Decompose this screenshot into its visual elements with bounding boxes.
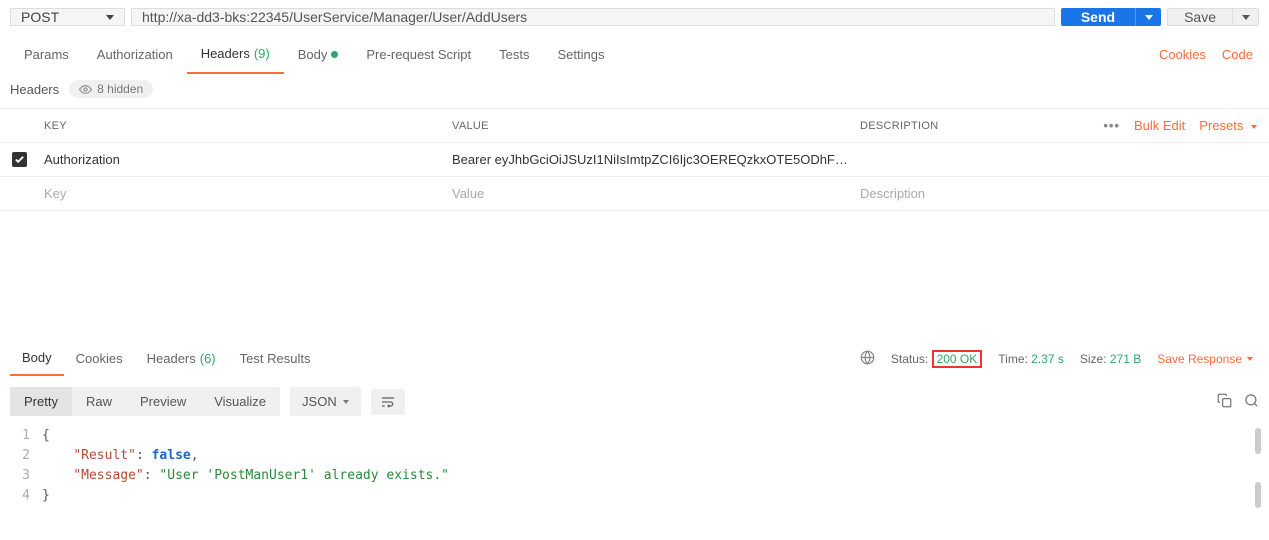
request-url-value: http://xa-dd3-bks:22345/UserService/Mana… bbox=[142, 9, 527, 25]
tab-pre-request-script[interactable]: Pre-request Script bbox=[352, 34, 485, 74]
time-label: Time: bbox=[998, 352, 1028, 366]
line-number: 1 bbox=[10, 426, 42, 446]
line-content: { bbox=[42, 426, 50, 446]
table-row[interactable]: Authorization Bearer eyJhbGciOiJSUzI1NiI… bbox=[0, 143, 1269, 177]
tab-headers-label: Headers bbox=[201, 46, 250, 61]
tab-params[interactable]: Params bbox=[10, 34, 83, 74]
globe-icon[interactable] bbox=[860, 350, 875, 368]
request-url-input[interactable]: http://xa-dd3-bks:22345/UserService/Mana… bbox=[131, 8, 1055, 26]
send-button[interactable]: Send bbox=[1061, 8, 1135, 26]
tab-tests[interactable]: Tests bbox=[485, 34, 543, 74]
presets-label: Presets bbox=[1199, 118, 1243, 133]
search-icon[interactable] bbox=[1244, 393, 1259, 411]
header-value-input[interactable]: Value bbox=[446, 186, 854, 201]
presets-dropdown[interactable]: Presets bbox=[1199, 118, 1257, 133]
headers-table-head: KEY VALUE DESCRIPTION ••• Bulk Edit Pres… bbox=[0, 109, 1269, 143]
header-value-input[interactable]: Bearer eyJhbGciOiJSUzI1NiIsImtpZCI6Ijc3O… bbox=[446, 152, 854, 167]
chevron-down-icon bbox=[343, 400, 349, 404]
row-checkbox[interactable] bbox=[12, 152, 27, 167]
more-options-icon[interactable]: ••• bbox=[1103, 118, 1120, 133]
save-button-group: Save bbox=[1167, 8, 1259, 26]
view-pretty[interactable]: Pretty bbox=[10, 387, 72, 416]
status-field: Status: 200 OK bbox=[891, 352, 982, 366]
resp-tab-test-results[interactable]: Test Results bbox=[228, 341, 323, 376]
code-line: 3 "Message": "User 'PostManUser1' alread… bbox=[10, 466, 1259, 486]
send-dropdown[interactable] bbox=[1135, 8, 1161, 26]
status-value: 200 OK bbox=[932, 350, 983, 368]
bulk-edit-link[interactable]: Bulk Edit bbox=[1134, 118, 1185, 133]
chevron-down-icon bbox=[1242, 15, 1250, 20]
time-field: Time: 2.37 s bbox=[998, 352, 1064, 366]
table-row-new[interactable]: Key Value Description bbox=[0, 177, 1269, 211]
tab-settings[interactable]: Settings bbox=[543, 34, 618, 74]
line-content: } bbox=[42, 486, 50, 506]
save-dropdown[interactable] bbox=[1232, 9, 1258, 25]
line-content: "Result": false, bbox=[42, 446, 199, 466]
code-line: 2 "Result": false, bbox=[10, 446, 1259, 466]
resp-tab-cookies[interactable]: Cookies bbox=[64, 341, 135, 376]
eye-icon bbox=[79, 83, 92, 96]
chevron-down-icon bbox=[1247, 357, 1253, 361]
format-json-label: JSON bbox=[302, 394, 337, 409]
headers-table: KEY VALUE DESCRIPTION ••• Bulk Edit Pres… bbox=[0, 108, 1269, 211]
header-key-input[interactable]: Key bbox=[38, 186, 446, 201]
code-line: 4} bbox=[10, 486, 1259, 506]
col-key: KEY bbox=[38, 120, 446, 132]
line-number: 2 bbox=[10, 446, 42, 466]
view-raw[interactable]: Raw bbox=[72, 387, 126, 416]
save-response-label: Save Response bbox=[1157, 352, 1242, 366]
header-key-input[interactable]: Authorization bbox=[38, 152, 446, 167]
view-mode-group: Pretty Raw Preview Visualize bbox=[10, 387, 280, 416]
http-method-select[interactable]: POST bbox=[10, 8, 125, 26]
status-label: Status: bbox=[891, 352, 928, 366]
tab-body-label: Body bbox=[298, 47, 328, 62]
tab-headers[interactable]: Headers (9) bbox=[187, 34, 284, 74]
wrap-lines-button[interactable] bbox=[371, 389, 405, 415]
headers-title: Headers bbox=[10, 82, 59, 97]
resp-tab-headers-label: Headers bbox=[147, 351, 196, 366]
view-preview[interactable]: Preview bbox=[126, 387, 200, 416]
size-label: Size: bbox=[1080, 352, 1107, 366]
view-visualize[interactable]: Visualize bbox=[200, 387, 280, 416]
chevron-down-icon bbox=[106, 15, 114, 20]
format-select[interactable]: JSON bbox=[290, 387, 361, 416]
line-number: 4 bbox=[10, 486, 42, 506]
resp-tab-headers-count: (6) bbox=[200, 351, 216, 366]
code-line: 1{ bbox=[10, 426, 1259, 446]
response-body-viewer[interactable]: 1{2 "Result": false,3 "Message": "User '… bbox=[0, 426, 1269, 516]
response-tabs: Body Cookies Headers (6) Test Results St… bbox=[0, 341, 1269, 377]
hidden-headers-label: 8 hidden bbox=[97, 82, 143, 96]
resp-tab-headers[interactable]: Headers (6) bbox=[135, 341, 228, 376]
hidden-headers-chip[interactable]: 8 hidden bbox=[69, 80, 153, 98]
tab-authorization[interactable]: Authorization bbox=[83, 34, 187, 74]
chevron-down-icon bbox=[1145, 15, 1153, 20]
size-value: 271 B bbox=[1110, 352, 1141, 366]
size-field: Size: 271 B bbox=[1080, 352, 1141, 366]
request-right-links: Cookies Code bbox=[1159, 47, 1259, 62]
line-content: "Message": "User 'PostManUser1' already … bbox=[42, 466, 449, 486]
time-value: 2.37 s bbox=[1031, 352, 1064, 366]
scrollbar-thumb[interactable] bbox=[1255, 428, 1261, 454]
send-button-group: Send bbox=[1061, 8, 1161, 26]
http-method-value: POST bbox=[21, 9, 59, 25]
header-desc-input[interactable]: Description bbox=[854, 186, 1081, 201]
save-button[interactable]: Save bbox=[1168, 9, 1232, 25]
col-description: DESCRIPTION bbox=[854, 120, 1103, 132]
col-value: VALUE bbox=[446, 120, 854, 132]
body-toolbar: Pretty Raw Preview Visualize JSON bbox=[0, 377, 1269, 426]
chevron-down-icon bbox=[1251, 125, 1257, 129]
body-indicator-icon bbox=[331, 51, 338, 58]
cookies-link[interactable]: Cookies bbox=[1159, 47, 1206, 62]
save-response-dropdown[interactable]: Save Response bbox=[1157, 352, 1253, 366]
tab-headers-count: (9) bbox=[254, 46, 270, 61]
request-tabs: Params Authorization Headers (9) Body Pr… bbox=[0, 34, 1269, 74]
wrap-icon bbox=[379, 394, 397, 410]
tab-body[interactable]: Body bbox=[284, 34, 353, 74]
copy-icon[interactable] bbox=[1217, 393, 1232, 411]
line-number: 3 bbox=[10, 466, 42, 486]
scrollbar-thumb[interactable] bbox=[1255, 482, 1261, 508]
resp-tab-body[interactable]: Body bbox=[10, 341, 64, 376]
code-link[interactable]: Code bbox=[1222, 47, 1253, 62]
